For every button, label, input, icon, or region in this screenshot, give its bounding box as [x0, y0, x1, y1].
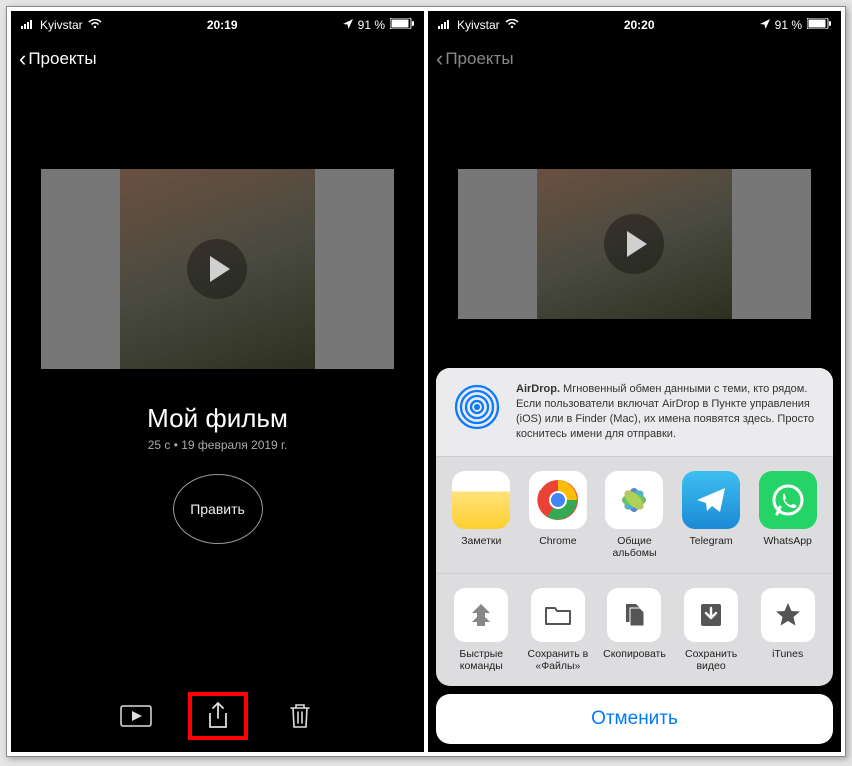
- back-label[interactable]: Проекты: [445, 49, 513, 69]
- edit-button[interactable]: Править: [173, 474, 263, 544]
- play-button[interactable]: [187, 239, 247, 299]
- action-shortcuts[interactable]: Быстрые команды: [448, 588, 515, 672]
- share-app-telegram[interactable]: Telegram: [678, 471, 745, 559]
- share-app-chrome[interactable]: Chrome: [525, 471, 592, 559]
- telegram-icon: [682, 471, 740, 529]
- nav-bar: ‹ Проекты: [11, 39, 424, 79]
- video-preview[interactable]: [41, 169, 394, 369]
- clock: 20:20: [624, 18, 655, 32]
- status-bar: Kyivstar 20:20 91 %: [428, 11, 841, 39]
- screenshot-right: Kyivstar 20:20 91 % ‹ Проекты: [428, 11, 841, 752]
- copy-icon: [607, 588, 661, 642]
- download-icon: [684, 588, 738, 642]
- carrier-label: Kyivstar: [457, 18, 500, 32]
- carrier-label: Kyivstar: [40, 18, 83, 32]
- airdrop-description: AirDrop. Мгновенный обмен данными с теми…: [516, 382, 817, 441]
- action-save-to-files[interactable]: Сохранить в «Файлы»: [525, 588, 592, 672]
- video-thumbnail: [537, 169, 731, 319]
- back-icon[interactable]: ‹: [436, 48, 443, 70]
- clock: 20:19: [207, 18, 238, 32]
- share-button-highlight: [188, 692, 248, 740]
- location-icon: [760, 18, 770, 32]
- share-actions-row: Быстрые команды Сохранить в «Файлы» Скоп…: [436, 574, 833, 686]
- play-button[interactable]: [604, 214, 664, 274]
- project-title: Мой фильм: [11, 403, 424, 434]
- share-app-shared-albums[interactable]: Общие альбомы: [601, 471, 668, 559]
- wifi-icon: [505, 18, 519, 32]
- battery-icon: [390, 18, 414, 32]
- video-thumbnail: [120, 169, 314, 369]
- action-itunes[interactable]: iTunes: [754, 588, 821, 672]
- star-icon: [761, 588, 815, 642]
- whatsapp-icon: [759, 471, 817, 529]
- nav-bar: ‹ Проекты: [428, 39, 841, 79]
- battery-pct: 91 %: [358, 18, 385, 32]
- folder-icon: [531, 588, 585, 642]
- photos-icon: [605, 471, 663, 529]
- airdrop-row[interactable]: AirDrop. Мгновенный обмен данными с теми…: [436, 368, 833, 456]
- action-copy[interactable]: Скопировать: [601, 588, 668, 672]
- cancel-button[interactable]: Отменить: [436, 694, 833, 744]
- action-save-video[interactable]: Сохранить видео: [678, 588, 745, 672]
- screenshot-left: Kyivstar 20:19 91 % ‹ Проекты: [11, 11, 424, 752]
- back-label[interactable]: Проекты: [28, 49, 96, 69]
- share-button[interactable]: [200, 702, 236, 730]
- share-app-whatsapp[interactable]: WhatsApp: [754, 471, 821, 559]
- video-preview: [458, 169, 811, 319]
- back-icon[interactable]: ‹: [19, 48, 26, 70]
- notes-icon: [452, 471, 510, 529]
- share-apps-row: Заметки Chrome: [436, 457, 833, 574]
- chrome-icon: [529, 471, 587, 529]
- share-app-notes[interactable]: Заметки: [448, 471, 515, 559]
- bottom-toolbar: [11, 698, 424, 734]
- signal-icon: [21, 18, 35, 32]
- shortcuts-icon: [454, 588, 508, 642]
- battery-icon: [807, 18, 831, 32]
- location-icon: [343, 18, 353, 32]
- project-subtitle: 25 с • 19 февраля 2019 г.: [11, 438, 424, 452]
- wifi-icon: [88, 18, 102, 32]
- signal-icon: [438, 18, 452, 32]
- airdrop-icon: [452, 382, 502, 432]
- share-sheet: AirDrop. Мгновенный обмен данными с теми…: [428, 360, 841, 752]
- delete-button[interactable]: [282, 702, 318, 730]
- battery-pct: 91 %: [775, 18, 802, 32]
- status-bar: Kyivstar 20:19 91 %: [11, 11, 424, 39]
- play-preview-button[interactable]: [118, 702, 154, 730]
